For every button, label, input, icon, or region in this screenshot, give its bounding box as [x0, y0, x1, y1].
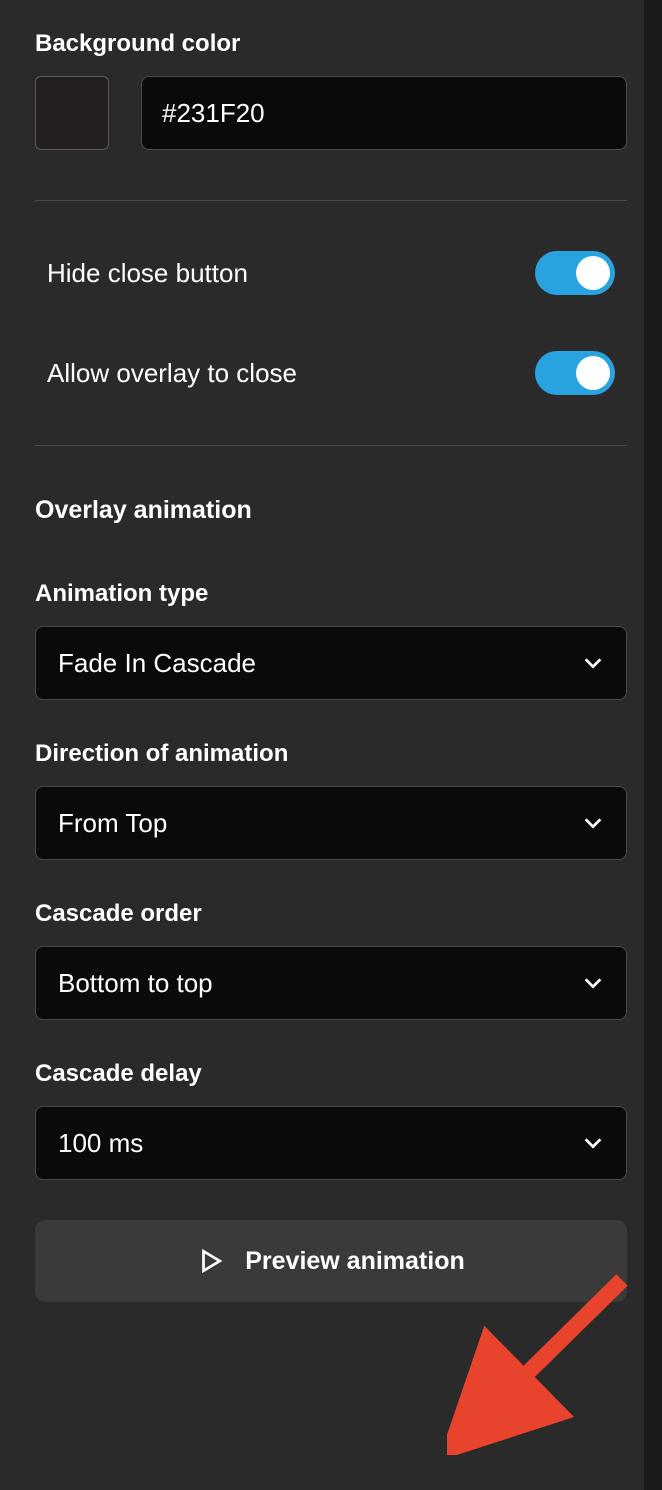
divider	[35, 445, 627, 446]
divider	[35, 200, 627, 201]
toggle-knob	[576, 356, 610, 390]
animation-type-value: Fade In Cascade	[58, 648, 256, 679]
color-hex-input[interactable]	[141, 76, 627, 150]
chevron-down-icon	[582, 972, 604, 994]
direction-label: Direction of animation	[35, 740, 627, 768]
direction-value: From Top	[58, 808, 167, 839]
direction-group: Direction of animation From Top	[35, 740, 627, 860]
overlay-animation-title: Overlay animation	[35, 496, 627, 525]
animation-type-group: Animation type Fade In Cascade	[35, 580, 627, 700]
chevron-down-icon	[582, 812, 604, 834]
cascade-order-group: Cascade order Bottom to top	[35, 900, 627, 1020]
cascade-order-select[interactable]: Bottom to top	[35, 946, 627, 1020]
play-icon	[197, 1248, 223, 1274]
hide-close-label: Hide close button	[47, 258, 248, 289]
chevron-down-icon	[582, 1132, 604, 1154]
hide-close-toggle-row: Hide close button	[35, 251, 627, 295]
cascade-order-label: Cascade order	[35, 900, 627, 928]
cascade-delay-group: Cascade delay 100 ms	[35, 1060, 627, 1180]
toggle-knob	[576, 256, 610, 290]
hide-close-toggle[interactable]	[535, 251, 615, 295]
preview-animation-button[interactable]: Preview animation	[35, 1220, 627, 1302]
right-panel-edge	[644, 0, 662, 1490]
preview-animation-label: Preview animation	[245, 1247, 465, 1276]
allow-overlay-toggle[interactable]	[535, 351, 615, 395]
cascade-delay-label: Cascade delay	[35, 1060, 627, 1088]
background-color-label: Background color	[35, 30, 627, 58]
chevron-down-icon	[582, 652, 604, 674]
cascade-delay-value: 100 ms	[58, 1128, 143, 1159]
color-swatch[interactable]	[35, 76, 109, 150]
direction-select[interactable]: From Top	[35, 786, 627, 860]
background-color-row	[35, 76, 627, 150]
allow-overlay-toggle-row: Allow overlay to close	[35, 351, 627, 395]
animation-type-label: Animation type	[35, 580, 627, 608]
animation-type-select[interactable]: Fade In Cascade	[35, 626, 627, 700]
allow-overlay-label: Allow overlay to close	[47, 358, 297, 389]
cascade-order-value: Bottom to top	[58, 968, 213, 999]
cascade-delay-select[interactable]: 100 ms	[35, 1106, 627, 1180]
